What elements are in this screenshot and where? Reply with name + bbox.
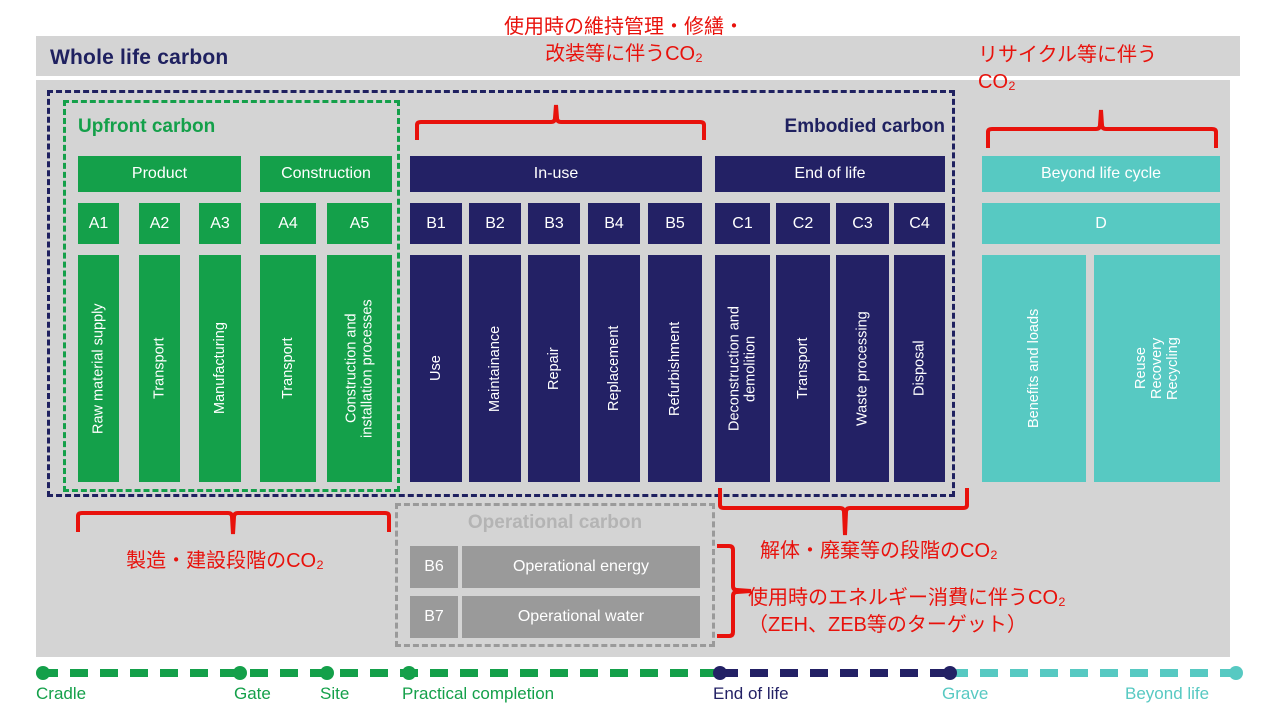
stage-label-c2: Transport bbox=[776, 255, 830, 482]
stage-code-c4: C4 bbox=[894, 203, 945, 244]
stage-label-c1: Deconstruction and demolition bbox=[715, 255, 770, 482]
stage-label-a4: Transport bbox=[260, 255, 316, 482]
annotation-operational-co2: 使用時のエネルギー消費に伴うCO₂ （ZEH、ZEB等のターゲット） bbox=[748, 587, 1066, 636]
annotation-recycle-co2: リサイクル等に伴う CO₂ bbox=[978, 44, 1157, 93]
annotation-in-use-co2: 使用時の維持管理・修繕・ 改装等に伴うCO₂ bbox=[504, 16, 744, 65]
operational-carbon-label: Operational carbon bbox=[467, 512, 643, 533]
stage-header-product: Product bbox=[78, 156, 241, 192]
stage-label-a1: Raw material supply bbox=[78, 255, 119, 482]
page-title: Whole life carbon bbox=[50, 46, 229, 69]
timeline-label-site: Site bbox=[320, 684, 350, 703]
timeline-label-beyond-life: Beyond life bbox=[1125, 684, 1210, 703]
stage-code-b5: B5 bbox=[648, 203, 702, 244]
embodied-carbon-label: Embodied carbon bbox=[784, 116, 945, 137]
timeline-line bbox=[36, 666, 1244, 680]
lifecycle-timeline: Cradle Gate Site Practical completion En… bbox=[0, 664, 1280, 720]
stage-label-b5: Refurbishment bbox=[648, 255, 702, 482]
stage-code-a1: A1 bbox=[78, 203, 119, 244]
stage-code-d: D bbox=[982, 203, 1220, 244]
stage-header-end-of-life: End of life bbox=[715, 156, 945, 192]
stage-code-b4: B4 bbox=[588, 203, 640, 244]
stage-code-c1: C1 bbox=[715, 203, 770, 244]
stage-label-a5: Construction and installation processes bbox=[327, 255, 392, 482]
stage-code-b1: B1 bbox=[410, 203, 462, 244]
stage-header-in-use: In-use bbox=[410, 156, 702, 192]
stage-label-b1: Use bbox=[410, 255, 462, 482]
timeline-label-grave: Grave bbox=[942, 684, 989, 703]
stage-code-a2: A2 bbox=[139, 203, 180, 244]
stage-label-reuse-recovery-recycling: Reuse Recovery Recycling bbox=[1094, 255, 1220, 482]
stage-code-c3: C3 bbox=[836, 203, 889, 244]
stage-code-b6: B6 bbox=[410, 546, 458, 588]
stage-label-c4: Disposal bbox=[894, 255, 945, 482]
stage-code-a4: A4 bbox=[260, 203, 316, 244]
annotation-end-of-life-co2: 解体・廃棄等の段階のCO₂ bbox=[760, 540, 998, 562]
upfront-carbon-label: Upfront carbon bbox=[78, 116, 216, 137]
stage-code-b7: B7 bbox=[410, 596, 458, 638]
stage-label-b6: Operational energy bbox=[462, 546, 700, 588]
stage-label-c3: Waste processing bbox=[836, 255, 889, 482]
stage-label-b3: Repair bbox=[528, 255, 580, 482]
stage-label-b4: Replacement bbox=[588, 255, 640, 482]
stage-label-a2: Transport bbox=[139, 255, 180, 482]
diagram-canvas: Whole life carbon Upfront carbon Embodie… bbox=[0, 0, 1280, 720]
timeline-label-gate: Gate bbox=[234, 684, 271, 703]
stage-label-b2: Maintainance bbox=[469, 255, 521, 482]
timeline-label-practical-completion: Practical completion bbox=[402, 684, 555, 703]
stage-code-b3: B3 bbox=[528, 203, 580, 244]
stage-code-b2: B2 bbox=[469, 203, 521, 244]
stage-code-a5: A5 bbox=[327, 203, 392, 244]
stage-header-construction: Construction bbox=[260, 156, 392, 192]
timeline-label-cradle: Cradle bbox=[36, 684, 87, 703]
stage-header-beyond-life-cycle: Beyond life cycle bbox=[982, 156, 1220, 192]
stage-label-a3: Manufacturing bbox=[199, 255, 241, 482]
annotation-upfront-co2: 製造・建設段階のCO₂ bbox=[126, 550, 324, 572]
timeline-label-end-of-life: End of life bbox=[713, 684, 789, 703]
stage-label-benefits-and-loads: Benefits and loads bbox=[982, 255, 1086, 482]
stage-code-c2: C2 bbox=[776, 203, 830, 244]
stage-code-a3: A3 bbox=[199, 203, 241, 244]
stage-label-b7: Operational water bbox=[462, 596, 700, 638]
